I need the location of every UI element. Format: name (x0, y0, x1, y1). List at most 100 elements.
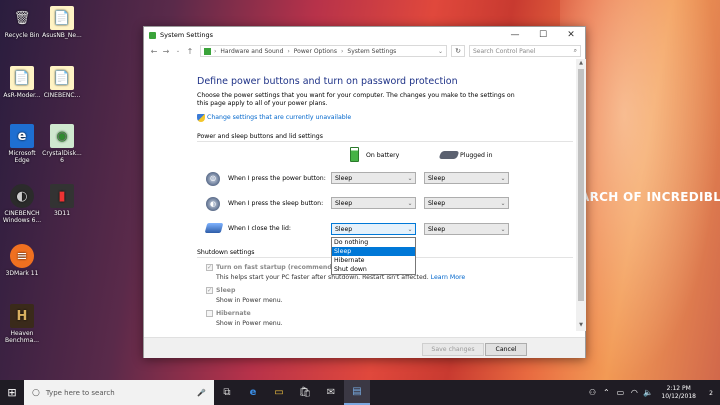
chevron-up-icon[interactable]: ⌃ (599, 388, 613, 397)
desktop-icon-asr-moder[interactable]: 📄 AsR-Moder... (0, 66, 44, 99)
address-bar-row: ← → ⌄ ↑ › Hardware and Sound › Power Opt… (144, 43, 585, 59)
search-input[interactable]: Search Control Panel ⌕ (469, 45, 581, 57)
taskbar-search-box[interactable]: ○ Type here to search 🎤 (24, 380, 214, 405)
select-value: Sleep (335, 225, 353, 233)
dropdown-option-sleep[interactable]: Sleep (332, 247, 415, 256)
vertical-scrollbar[interactable]: ▲ ▼ (576, 59, 586, 331)
task-view-icon[interactable]: ⧉ (214, 380, 240, 405)
dropdown-option-shut-down[interactable]: Shut down (332, 265, 415, 274)
fast-startup-checkbox[interactable]: ✓ (206, 264, 213, 271)
microphone-icon[interactable]: 🎤 (197, 389, 206, 397)
lid-action-dropdown-list: Do nothing Sleep Hibernate Shut down (331, 237, 416, 275)
page-description: Choose the power settings that you want … (197, 92, 515, 107)
up-arrow-icon[interactable]: ↑ (184, 47, 196, 56)
desktop-icon-recycle-bin[interactable]: 🗑 Recycle Bin (0, 6, 44, 40)
action-center-icon[interactable]: 2 (702, 388, 720, 397)
back-arrow-icon[interactable]: ← (148, 47, 160, 56)
desktop-icon-label: Microsoft Edge (8, 150, 36, 164)
sleep-button-battery-select[interactable]: Sleep ⌄ (331, 197, 416, 209)
desktop-icon-label: AsusNB_Ne... (42, 32, 82, 39)
taskbar-search-placeholder: Type here to search (45, 388, 115, 397)
edge-taskbar-icon[interactable]: e (240, 380, 266, 405)
desktop-icon-asusnb[interactable]: 📄 AsusNB_Ne... (40, 6, 84, 39)
mail-icon[interactable]: ✉ (318, 380, 344, 405)
change-settings-link[interactable]: Change settings that are currently unava… (207, 114, 351, 121)
windows-start-icon[interactable]: ⊞ (0, 380, 24, 405)
cinebench-icon: ◐ (10, 184, 34, 208)
file-explorer-icon[interactable]: ▭ (266, 380, 292, 405)
section-shutdown-label: Shutdown settings (197, 249, 255, 256)
search-placeholder: Search Control Panel (473, 47, 536, 55)
desktop-icon-edge[interactable]: e Microsoft Edge (0, 124, 44, 164)
breadcrumb-power-options[interactable]: Power Options (294, 48, 337, 55)
breadcrumb-hardware-and-sound[interactable]: Hardware and Sound (220, 48, 283, 55)
battery-icon (350, 147, 359, 162)
sleep-checkbox[interactable]: ✓ (206, 287, 213, 294)
maximize-button[interactable]: ☐ (529, 27, 557, 43)
close-button[interactable]: ✕ (557, 27, 585, 43)
wifi-icon[interactable]: ◠ (627, 388, 641, 397)
store-icon[interactable]: 🛍 (292, 380, 318, 405)
scrollbar-thumb[interactable] (578, 69, 584, 301)
forward-arrow-icon[interactable]: → (160, 47, 172, 56)
file-icon: 📄 (50, 6, 74, 30)
desktop-icon-heaven[interactable]: H Heaven Benchma... (0, 304, 44, 344)
address-dropdown-icon[interactable]: ⌄ (438, 48, 443, 55)
dropdown-option-hibernate[interactable]: Hibernate (332, 256, 415, 265)
3dmark-icon: ≡ (10, 244, 34, 268)
wallpaper-text: ARCH OF INCREDIBLE (580, 190, 720, 204)
sleep-button-plugged-select[interactable]: Sleep ⌄ (424, 197, 509, 209)
control-panel-icon (149, 31, 156, 39)
select-value: Sleep (428, 174, 446, 182)
sleep-description: Show in Power menu. (216, 297, 283, 304)
main-content: Define power buttons and turn on passwor… (144, 59, 576, 337)
recent-dropdown-icon[interactable]: ⌄ (172, 48, 184, 54)
desktop-icon-cinebench-folder[interactable]: 📄 CINEBENC... (40, 66, 84, 99)
power-button-battery-select[interactable]: Sleep ⌄ (331, 172, 416, 184)
scroll-down-icon[interactable]: ▼ (576, 322, 586, 328)
uac-shield-icon (197, 114, 205, 122)
desktop-icon-3dmark[interactable]: ≡ 3DMark 11 (0, 244, 44, 277)
desktop-icon-cinebench[interactable]: ◐ CINEBENCH Windows 6... (0, 184, 44, 224)
sleep-label: Sleep (216, 287, 236, 294)
breadcrumb-system-settings[interactable]: System Settings (347, 48, 396, 55)
close-lid-label: When I close the lid: (228, 225, 292, 232)
breadcrumb-separator: › (340, 47, 344, 55)
power-button-plugged-select[interactable]: Sleep ⌄ (424, 172, 509, 184)
dialog-footer: Save changes Cancel (144, 337, 585, 358)
dropdown-option-do-nothing[interactable]: Do nothing (332, 238, 415, 247)
close-lid-battery-select[interactable]: Sleep ⌄ (331, 223, 416, 235)
search-icon: ⌕ (573, 47, 577, 54)
taskbar: ⊞ ○ Type here to search 🎤 ⧉ e ▭ 🛍 ✉ ▤ ⚇ … (0, 380, 720, 405)
hibernate-checkbox[interactable] (206, 310, 213, 317)
desktop-icon-crystaldisk[interactable]: ◉ CrystalDisk... 6 (40, 124, 84, 164)
learn-more-link[interactable]: Learn More (431, 274, 466, 281)
select-value: Sleep (335, 174, 353, 182)
breadcrumb-separator: › (287, 47, 290, 55)
file-icon: 📄 (50, 66, 74, 90)
close-lid-plugged-select[interactable]: Sleep ⌄ (424, 223, 509, 235)
search-circle-icon: ○ (32, 387, 40, 398)
refresh-icon[interactable]: ↻ (451, 45, 465, 57)
volume-icon[interactable]: 🔈 (641, 388, 655, 397)
plug-icon (438, 151, 460, 159)
chevron-down-icon: ⌄ (407, 199, 413, 207)
chevron-down-icon: ⌄ (407, 174, 413, 182)
sleep-button-label: When I press the sleep button: (228, 200, 324, 207)
taskbar-clock[interactable]: 2:12 PM 10/12/2018 (661, 385, 696, 401)
title-bar[interactable]: System Settings — ☐ ✕ (144, 27, 585, 43)
battery-tray-icon[interactable]: ▭ (613, 388, 627, 397)
desktop-icon-3d11[interactable]: ▮ 3D11 (40, 184, 84, 217)
plugged-in-column-header: Plugged in (460, 152, 493, 159)
minimize-button[interactable]: — (501, 27, 529, 43)
system-settings-window: System Settings — ☐ ✕ ← → ⌄ ↑ › Hardware… (143, 26, 586, 358)
desktop-icon-label: 3DMark 11 (5, 270, 39, 277)
window-title: System Settings (160, 31, 213, 39)
control-panel-taskbar-icon[interactable]: ▤ (344, 380, 370, 405)
cancel-button[interactable]: Cancel (485, 343, 527, 356)
save-changes-button[interactable]: Save changes (422, 343, 484, 356)
select-value: Sleep (428, 225, 446, 233)
scroll-up-icon[interactable]: ▲ (576, 60, 586, 66)
address-field[interactable]: › Hardware and Sound › Power Options › S… (200, 45, 447, 57)
people-icon[interactable]: ⚇ (585, 388, 599, 397)
